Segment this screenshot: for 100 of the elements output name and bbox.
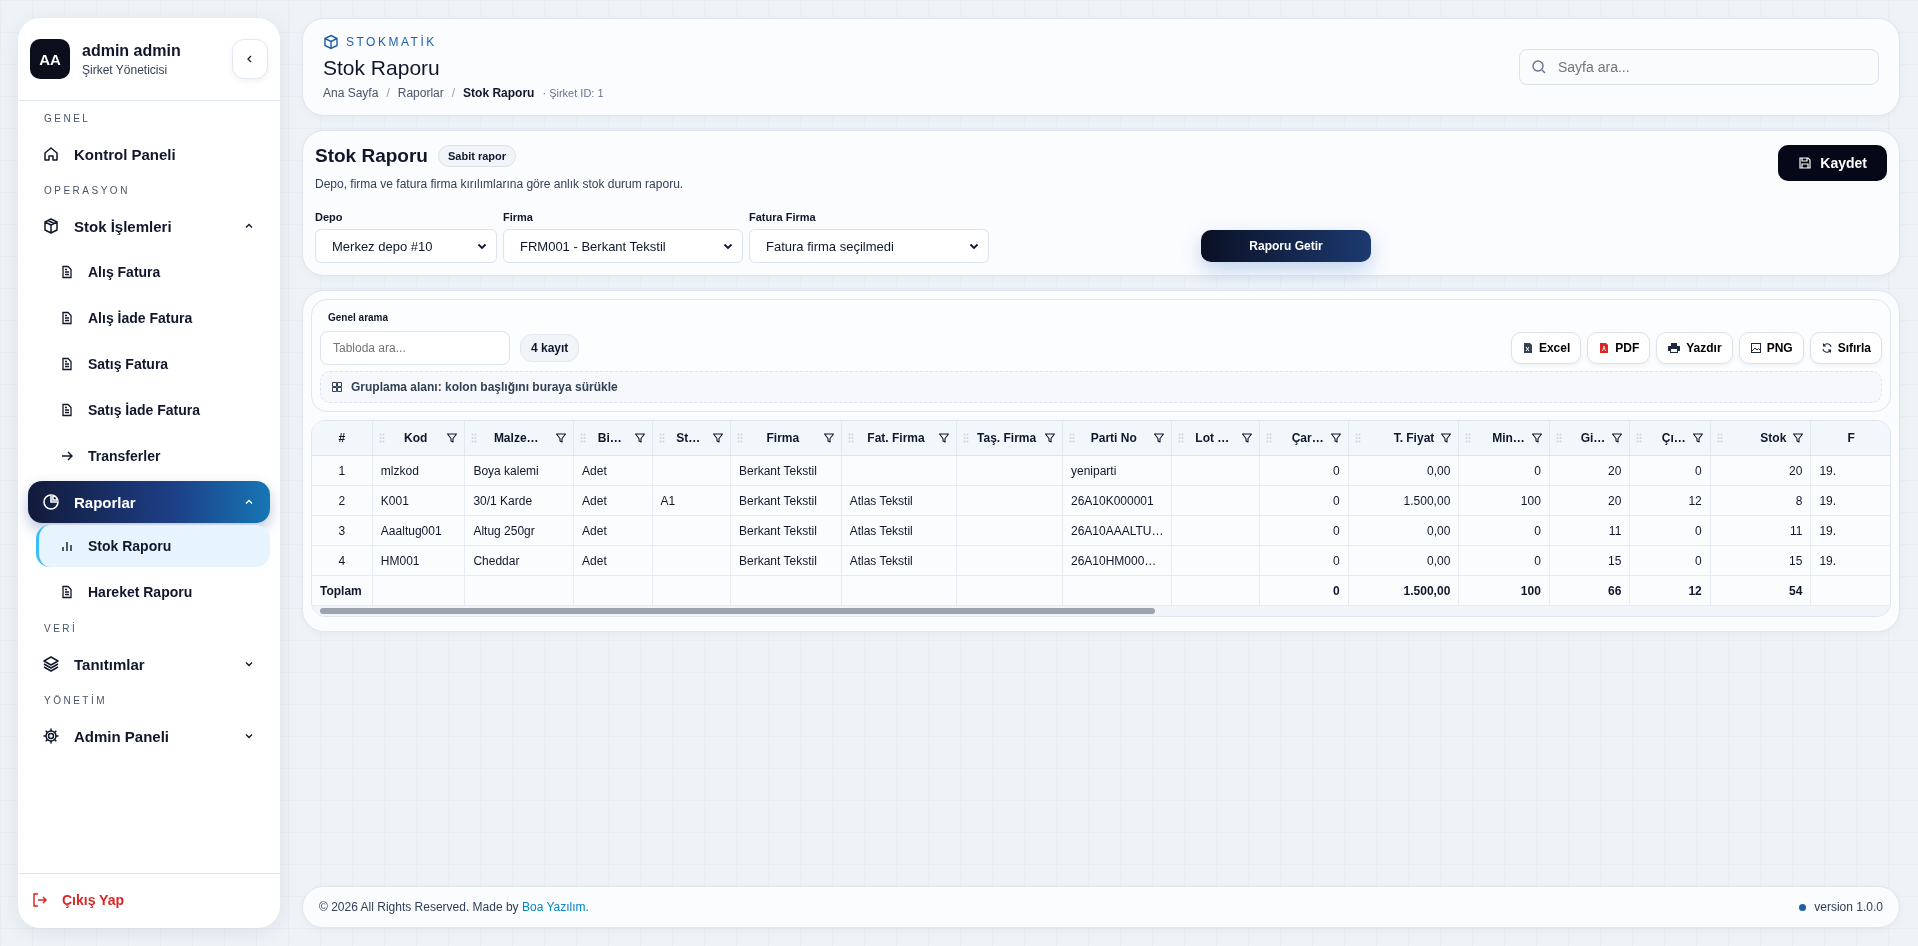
page-search-field[interactable]: Sayfa ara... — [1519, 49, 1879, 85]
nav-item[interactable]: Stok İşlemleri — [28, 203, 270, 249]
drag-handle-icon[interactable] — [658, 433, 665, 443]
table-cell: 11 — [1549, 515, 1630, 546]
drag-handle-icon[interactable] — [378, 433, 385, 443]
nav-subitem[interactable]: Hareket Raporu — [36, 569, 270, 615]
nav-item[interactable]: Raporlar — [28, 481, 270, 523]
table-cell: 4 — [312, 545, 373, 576]
drag-handle-icon[interactable] — [580, 433, 587, 443]
filter-icon[interactable] — [938, 432, 951, 444]
export-button[interactable]: Sıfırla — [1809, 332, 1882, 364]
drag-handle-icon[interactable] — [1555, 433, 1562, 443]
column-header[interactable]: Fat. Firma — [841, 421, 957, 456]
breadcrumb-link[interactable]: Stok Raporu — [463, 86, 535, 100]
nav-subitem[interactable]: Transferler — [36, 433, 270, 479]
drag-handle-icon[interactable] — [1636, 433, 1643, 443]
nav-subitem[interactable]: Alış Fatura — [36, 249, 270, 295]
drag-handle-icon[interactable] — [1266, 433, 1273, 443]
total-cell: 66 — [1549, 575, 1630, 606]
filter-icon[interactable] — [822, 432, 835, 444]
nav-subitem[interactable]: Satış Fatura — [36, 341, 270, 387]
save-button[interactable]: Kaydet — [1778, 145, 1887, 181]
table-cell: Adet — [573, 485, 652, 516]
drag-handle-icon[interactable] — [1354, 433, 1361, 443]
company-link[interactable]: Boa Yazılım. — [521, 900, 589, 914]
column-header[interactable]: Firma — [730, 421, 842, 456]
table-search-field[interactable]: Tabloda ara... — [320, 331, 510, 365]
section-heading: OPERASYON — [43, 184, 131, 198]
column-header[interactable]: # — [312, 421, 373, 456]
drag-handle-icon[interactable] — [471, 433, 478, 443]
filter-icon[interactable] — [1611, 432, 1624, 444]
filter-icon[interactable] — [446, 432, 459, 444]
image-icon — [1749, 342, 1762, 354]
nav-subitem[interactable]: Alış İade Fatura — [36, 295, 270, 341]
filter-icon[interactable] — [1329, 432, 1342, 444]
status-dot — [1799, 903, 1807, 911]
nav-subitem[interactable]: Stok Raporu — [36, 525, 270, 567]
breadcrumb-link[interactable]: Raporlar — [397, 86, 444, 100]
collapse-sidebar-button[interactable] — [232, 39, 268, 79]
export-button[interactable]: PDF — [1587, 332, 1651, 364]
nav-item[interactable]: Kontrol Paneli — [28, 131, 270, 177]
column-header[interactable]: Kod — [372, 421, 465, 456]
column-header[interactable]: Taş. Firma — [956, 421, 1063, 456]
table-cell: Berkant Tekstil — [730, 515, 842, 546]
column-header[interactable]: Malze… — [464, 421, 574, 456]
table-cell: 100 — [1458, 485, 1550, 516]
filter-icon[interactable] — [1043, 432, 1056, 444]
search-icon — [1531, 59, 1547, 75]
column-header[interactable]: Bi… — [573, 421, 652, 456]
filter-icon[interactable] — [1440, 432, 1453, 444]
table-cell: 1 — [312, 455, 373, 486]
table-cell: 0 — [1629, 455, 1711, 486]
table-cell: Cheddar — [464, 545, 574, 576]
column-header[interactable]: T. Fiyat — [1348, 421, 1459, 456]
dropdown[interactable]: FRM001 - Berkant Tekstil — [503, 229, 743, 263]
filter-icon[interactable] — [1691, 432, 1704, 444]
filter-icon[interactable] — [1241, 432, 1254, 444]
column-header[interactable]: Min… — [1458, 421, 1550, 456]
filter-icon[interactable] — [1792, 432, 1805, 444]
export-button[interactable]: Excel — [1510, 332, 1582, 364]
column-header[interactable]: F — [1810, 421, 1890, 456]
total-cell: 100 — [1458, 575, 1550, 606]
horizontal-scrollbar[interactable] — [312, 606, 1890, 616]
filter-icon[interactable] — [1530, 432, 1543, 444]
grouping-drop-zone[interactable]: Gruplama alanı: kolon başlığını buraya sürükle — [320, 371, 1882, 403]
total-cell: 54 — [1710, 575, 1811, 606]
table-cell: 1.500,00 — [1348, 485, 1459, 516]
save-icon — [1798, 156, 1813, 170]
filter-icon[interactable] — [555, 432, 568, 444]
export-button[interactable]: PNG — [1738, 332, 1804, 364]
export-button[interactable]: Yazdır — [1656, 332, 1733, 364]
dropdown[interactable]: Fatura firma seçilmedi — [749, 229, 989, 263]
drag-handle-icon[interactable] — [847, 433, 854, 443]
company-id: · Şirket ID: 1 — [542, 87, 604, 99]
filter-icon[interactable] — [712, 432, 724, 444]
column-header[interactable]: Çı… — [1629, 421, 1711, 456]
dropdown[interactable]: Merkez depo #10 — [315, 229, 497, 263]
nav-item[interactable]: Admin Paneli — [28, 713, 270, 759]
column-header[interactable]: Parti No — [1062, 421, 1172, 456]
table-cell: 3 — [312, 515, 373, 546]
column-header[interactable]: Çar… — [1259, 421, 1349, 456]
total-cell: 0 — [1259, 575, 1349, 606]
column-header[interactable]: St… — [652, 421, 731, 456]
column-header[interactable]: Lot … — [1171, 421, 1260, 456]
drag-handle-icon[interactable] — [1465, 433, 1472, 443]
logout-button[interactable]: Çıkış Yap — [32, 888, 124, 912]
table-cell: 26A10AAALTU… — [1062, 515, 1172, 546]
drag-handle-icon[interactable] — [737, 433, 743, 443]
column-header[interactable]: Stok — [1710, 421, 1811, 456]
nav-item[interactable]: Tanıtımlar — [28, 641, 270, 687]
drag-handle-icon[interactable] — [963, 433, 970, 443]
nav-subitem[interactable]: Satış İade Fatura — [36, 387, 270, 433]
column-header[interactable]: Gi… — [1549, 421, 1630, 456]
drag-handle-icon[interactable] — [1716, 433, 1723, 443]
drag-handle-icon[interactable] — [1177, 433, 1184, 443]
filter-icon[interactable] — [1152, 432, 1165, 444]
breadcrumb-link[interactable]: Ana Sayfa — [323, 86, 379, 100]
filter-icon[interactable] — [633, 432, 646, 444]
submit-button[interactable]: Raporu Getir — [1201, 230, 1371, 262]
drag-handle-icon[interactable] — [1068, 433, 1075, 443]
